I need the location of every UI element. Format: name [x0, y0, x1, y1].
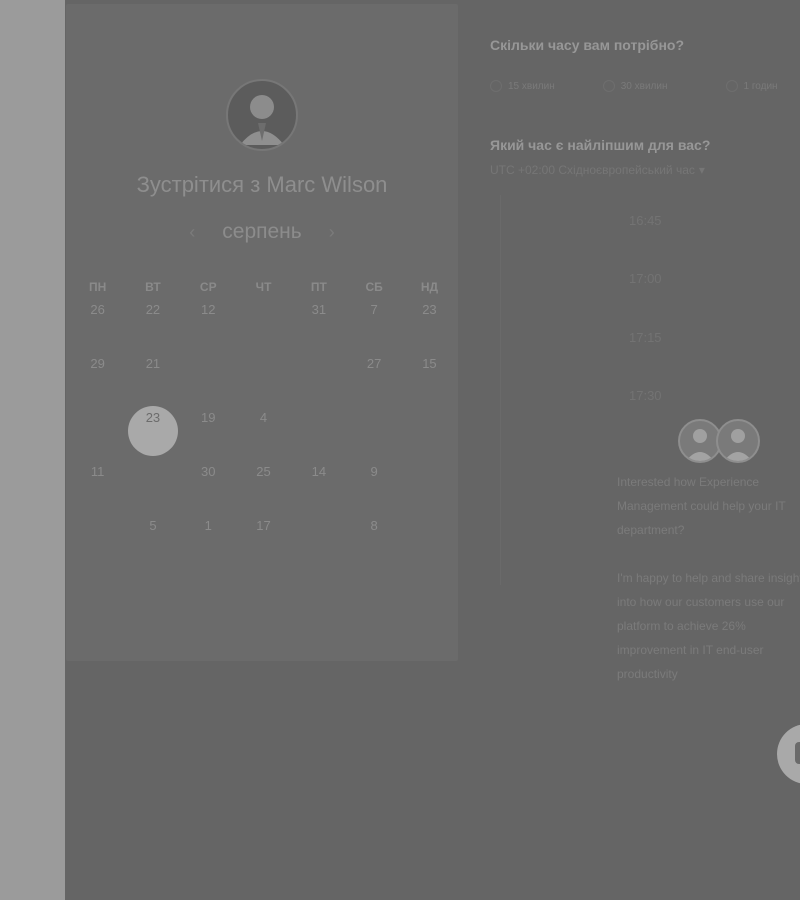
month-navigator: ‹ серпень › — [66, 217, 458, 247]
timezone-label: UTC +02:00 Східноєвропейський час — [490, 163, 695, 177]
calendar-day[interactable]: 7 — [346, 296, 401, 350]
promo-text: Interested how Experience Management cou… — [617, 470, 800, 710]
radio-icon — [725, 80, 738, 92]
calendar-day[interactable]: 31 — [291, 296, 346, 350]
calendar-day — [236, 296, 291, 350]
calendar-day[interactable]: 19 — [181, 404, 236, 458]
calendar-day — [402, 512, 457, 566]
calendar-day[interactable]: 8 — [346, 512, 401, 566]
calendar-day[interactable]: 21 — [125, 350, 180, 404]
weekday-label: СБ — [365, 280, 383, 294]
calendar-day — [70, 512, 125, 566]
calendar-day[interactable]: 11 — [70, 458, 125, 512]
host-avatar — [226, 79, 298, 151]
selected-day[interactable]: 23 — [125, 404, 180, 458]
time-slot[interactable]: 17:30 — [629, 388, 662, 403]
calendar-week: 11 30 25 14 9 — [70, 458, 458, 512]
calendar-day[interactable]: 22 — [125, 296, 180, 350]
calendar-day[interactable]: 30 — [181, 458, 236, 512]
calendar-week: 5 1 17 8 — [70, 512, 458, 566]
calendar-day[interactable]: 23 — [402, 296, 457, 350]
calendar-day[interactable]: 9 — [346, 458, 401, 512]
chevron-down-icon: ▾ — [698, 163, 705, 177]
calendar-day — [291, 350, 346, 404]
time-slot[interactable]: 17:15 — [629, 330, 662, 345]
radio-icon — [490, 80, 502, 92]
calendar-day — [346, 404, 401, 458]
weekday-label: ЧТ — [255, 280, 272, 294]
calendar-day[interactable]: 26 — [70, 296, 125, 350]
chevron-right-icon[interactable]: › — [322, 222, 342, 243]
weekday-label: ВТ — [145, 280, 161, 294]
calendar-day — [125, 458, 180, 512]
promo-paragraph: Interested how Experience Management cou… — [617, 475, 786, 537]
weekday-label: НД — [420, 280, 439, 294]
calendar-day[interactable]: 25 — [236, 458, 291, 512]
calendar-day[interactable]: 29 — [70, 350, 125, 404]
duration-option[interactable]: 30 хвилин — [602, 80, 668, 92]
duration-question: Скільки часу вам потрібно? — [490, 37, 685, 53]
calendar-day[interactable]: 5 — [125, 512, 180, 566]
calendar-day[interactable]: 1 — [181, 512, 236, 566]
calendar-day[interactable]: 4 — [236, 404, 291, 458]
chevron-left-icon[interactable]: ‹ — [182, 222, 202, 243]
calendar-day — [402, 404, 457, 458]
calendar-day — [236, 350, 291, 404]
meeting-title: Зустрітися з Marc Wilson — [136, 172, 388, 197]
calendar-day — [291, 404, 346, 458]
duration-options: 15 хвилин 30 хвилин 1 годин — [490, 80, 778, 92]
duration-option[interactable]: 15 хвилин — [490, 80, 555, 92]
calendar-day[interactable]: 12 — [181, 296, 236, 350]
calendar-day — [70, 404, 125, 458]
weekday-header: ПН ВТ СР ЧТ ПТ СБ НД — [70, 278, 458, 296]
calendar-day[interactable]: 15 — [402, 350, 457, 404]
calendar-day[interactable]: 14 — [291, 458, 346, 512]
team-avatars — [678, 419, 762, 465]
left-panel — [0, 0, 65, 900]
calendar-day[interactable]: 27 — [346, 350, 401, 404]
time-slot[interactable]: 17:00 — [629, 271, 662, 286]
duration-option[interactable]: 1 годин — [725, 80, 778, 92]
promo-paragraph: I'm happy to help and share insight into… — [617, 571, 800, 681]
weekday-label: СР — [199, 280, 217, 294]
calendar-day — [402, 458, 457, 512]
calendar-day — [291, 512, 346, 566]
calendar-week: 23 19 4 — [70, 404, 458, 458]
radio-icon — [602, 80, 615, 92]
timezone-select[interactable]: UTC +02:00 Східноєвропейський час ▾ — [490, 163, 705, 177]
time-question: Який час є найліпшим для вас? — [490, 137, 711, 153]
month-label: серпень — [222, 220, 302, 243]
calendar-grid: ПН ВТ СР ЧТ ПТ СБ НД 26 22 12 31 7 23 29 21 27 15 23 19 4 1… — [70, 278, 458, 566]
calendar-week: 26 22 12 31 7 23 — [70, 296, 458, 350]
weekday-label: ПН — [89, 280, 107, 294]
weekday-label: ПТ — [310, 280, 327, 294]
avatar — [716, 419, 760, 463]
time-slot[interactable]: 16:45 — [629, 213, 662, 228]
calendar-day — [181, 350, 236, 404]
calendar-week: 29 21 27 15 — [70, 350, 458, 404]
calendar-day[interactable]: 17 — [236, 512, 291, 566]
